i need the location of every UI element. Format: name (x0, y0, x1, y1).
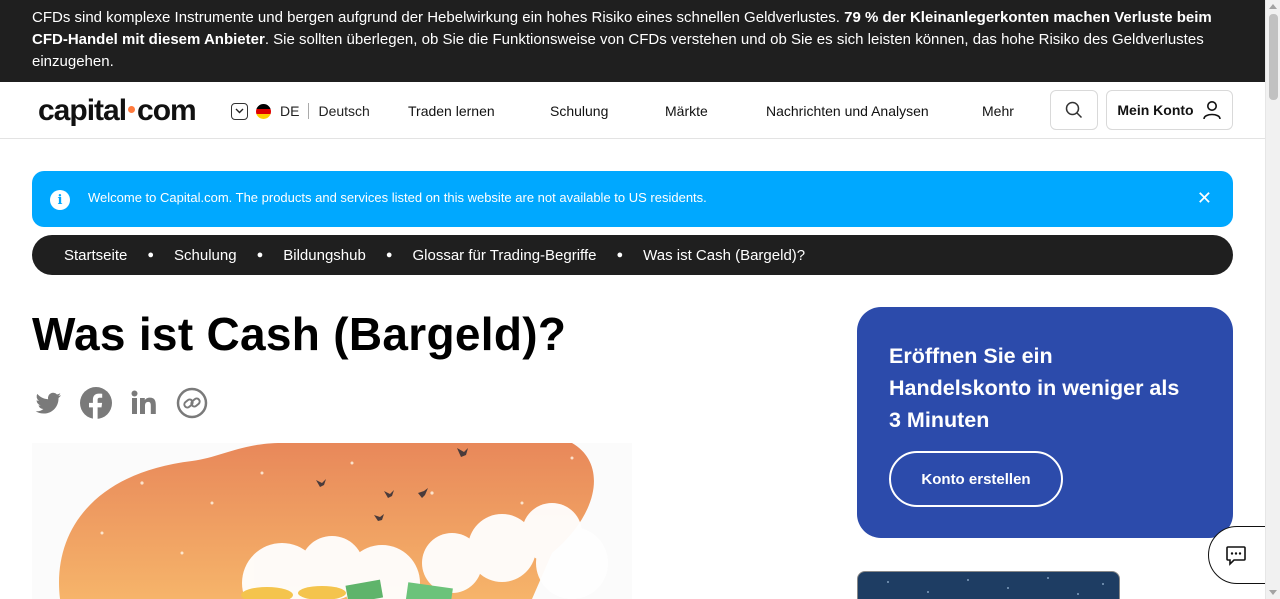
facebook-icon[interactable] (80, 387, 112, 419)
nav-maerkte[interactable]: Märkte (665, 103, 708, 119)
language-selector[interactable]: DE Deutsch (231, 101, 370, 121)
breadcrumb-current: Was ist Cash (Bargeld)? (643, 246, 806, 264)
chat-button[interactable] (1208, 526, 1272, 584)
scroll-up-arrow-icon[interactable] (1269, 4, 1277, 9)
nav-schulung[interactable]: Schulung (550, 103, 608, 119)
breadcrumb-startseite[interactable]: Startseite (64, 247, 127, 264)
nav-nachrichten[interactable]: Nachrichten und Analysen (766, 103, 929, 119)
breadcrumb-separator: ● (256, 249, 264, 261)
cta-heading: Eröffnen Sie ein Handelskonto in weniger… (889, 344, 1180, 432)
breadcrumb-separator: ● (616, 249, 624, 261)
account-button[interactable]: Mein Konto (1106, 90, 1233, 130)
risk-text-start: CFDs sind komplexe Instrumente und berge… (32, 9, 840, 26)
promo-card[interactable] (857, 571, 1120, 599)
nav-traden-lernen[interactable]: Traden lernen (408, 103, 495, 119)
breadcrumb-bildungshub[interactable]: Bildungshub (283, 247, 366, 264)
language-divider (308, 103, 310, 119)
language-code: DE (280, 103, 300, 119)
user-icon (1202, 101, 1221, 120)
language-name: Deutsch (318, 103, 370, 119)
scrollbar-thumb[interactable] (1269, 14, 1278, 100)
breadcrumb-schulung[interactable]: Schulung (174, 247, 237, 264)
page-scrollbar[interactable] (1265, 0, 1280, 599)
close-icon[interactable]: ✕ (1197, 188, 1212, 209)
page-title: Was ist Cash (Bargeld)? (32, 308, 567, 360)
us-residents-alert: i Welcome to Capital.com. The products a… (32, 171, 1233, 227)
search-icon (1065, 101, 1083, 119)
link-icon[interactable] (176, 387, 208, 419)
breadcrumb-separator: ● (385, 249, 393, 261)
logo[interactable]: capital com (38, 94, 197, 128)
info-icon: i (50, 190, 70, 210)
logo-text-right: com (137, 94, 197, 127)
search-button[interactable] (1050, 90, 1098, 130)
open-account-card: Eröffnen Sie ein Handelskonto in weniger… (857, 307, 1233, 538)
logo-text-left: capital (38, 94, 127, 127)
site-header: capital com DE Deutsch Traden lernen Schu… (0, 82, 1265, 139)
hero-illustration (32, 443, 632, 599)
linkedin-icon[interactable] (128, 387, 160, 419)
risk-warning-banner: CFDs sind komplexe Instrumente und berge… (0, 0, 1265, 82)
alert-message: Welcome to Capital.com. The products and… (88, 190, 707, 205)
create-account-button[interactable]: Konto erstellen (889, 451, 1063, 507)
chat-icon (1226, 546, 1246, 566)
nav-mehr[interactable]: Mehr (982, 103, 1014, 119)
logo-dot (128, 105, 136, 113)
breadcrumb-glossar[interactable]: Glossar für Trading-Begriffe (412, 247, 596, 264)
account-label: Mein Konto (1117, 102, 1194, 118)
scroll-down-arrow-icon[interactable] (1269, 590, 1277, 595)
breadcrumb: Startseite ● Schulung ● Bildungshub ● Gl… (32, 235, 1233, 275)
chevron-down-icon (231, 102, 248, 120)
twitter-icon[interactable] (32, 387, 64, 419)
germany-flag-icon (256, 103, 271, 119)
breadcrumb-separator: ● (147, 249, 155, 261)
